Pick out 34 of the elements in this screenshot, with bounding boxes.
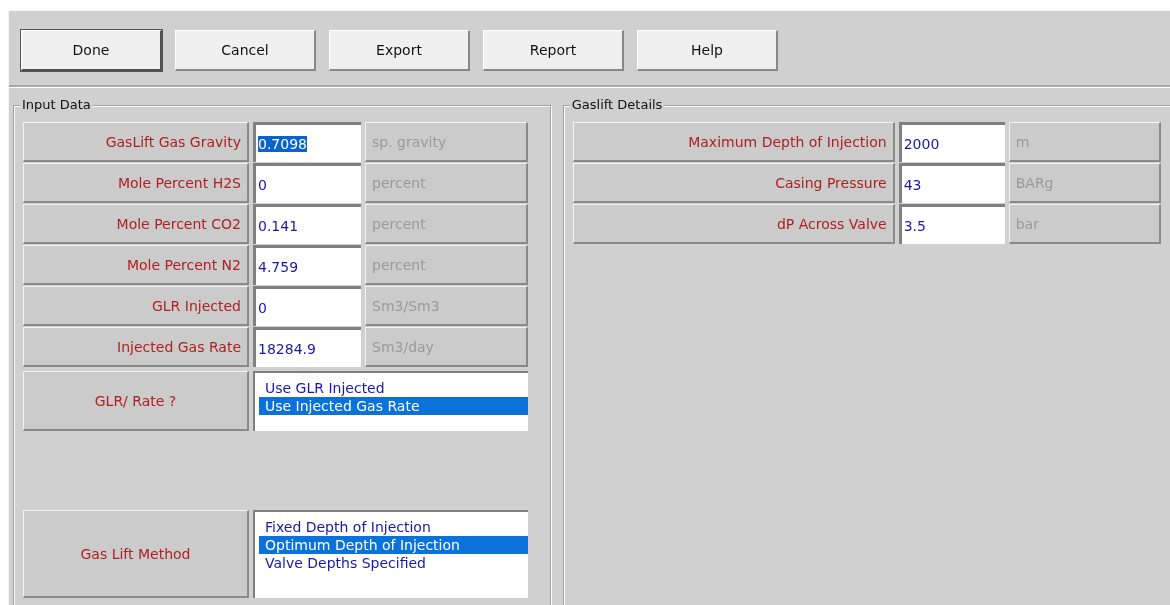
toolbar-button[interactable]: Done xyxy=(21,30,162,71)
input-field[interactable]: 43 xyxy=(898,163,1005,203)
list-option[interactable]: Valve Depths Specified xyxy=(259,554,528,572)
group-title: Gaslift Details xyxy=(569,97,665,112)
option-list[interactable]: Fixed Depth of Injection Optimum Depth of Injection Valve Depths Specified xyxy=(253,510,528,598)
input-field[interactable]: 0 xyxy=(253,163,361,203)
field-label: Maximum Depth of Injection xyxy=(572,122,895,162)
group-title: Input Data xyxy=(20,97,93,112)
field-label: Mole Percent N2 xyxy=(23,245,249,285)
list-option[interactable]: Fixed Depth of Injection xyxy=(259,518,528,536)
field-label: Mole Percent CO2 xyxy=(23,204,249,244)
input-field[interactable]: 4.759 xyxy=(253,245,361,285)
option-list[interactable]: Use GLR Injected Use Injected Gas Rate xyxy=(253,371,528,431)
input-field[interactable]: 2000 xyxy=(898,122,1005,162)
input-field[interactable]: 18284.9 xyxy=(253,327,361,367)
toolbar-button[interactable]: Report xyxy=(483,30,624,71)
list-option[interactable]: Use GLR Injected xyxy=(259,379,528,397)
toolbar-button[interactable]: Export xyxy=(329,30,470,71)
list-option[interactable]: Optimum Depth of Injection xyxy=(259,536,528,554)
toolbar-button[interactable]: Cancel xyxy=(175,30,316,71)
input-field[interactable]: 0.141 xyxy=(253,204,361,244)
input-field[interactable]: 3.5 xyxy=(898,204,1005,244)
field-label: GLR/ Rate ? xyxy=(23,371,249,431)
field-label: dP Across Valve xyxy=(572,204,895,244)
field-label: Injected Gas Rate xyxy=(23,327,249,367)
field-label: GLR Injected xyxy=(23,286,249,326)
field-label: Casing Pressure xyxy=(572,163,895,203)
field-label: Gas Lift Method xyxy=(23,510,249,598)
input-field[interactable]: 0.7098 xyxy=(253,122,361,162)
field-label: GasLift Gas Gravity xyxy=(23,122,249,162)
list-option[interactable]: Use Injected Gas Rate xyxy=(259,397,528,415)
field-label: Mole Percent H2S xyxy=(23,163,249,203)
toolbar-button[interactable]: Help xyxy=(637,30,778,71)
input-field[interactable]: 0 xyxy=(253,286,361,326)
